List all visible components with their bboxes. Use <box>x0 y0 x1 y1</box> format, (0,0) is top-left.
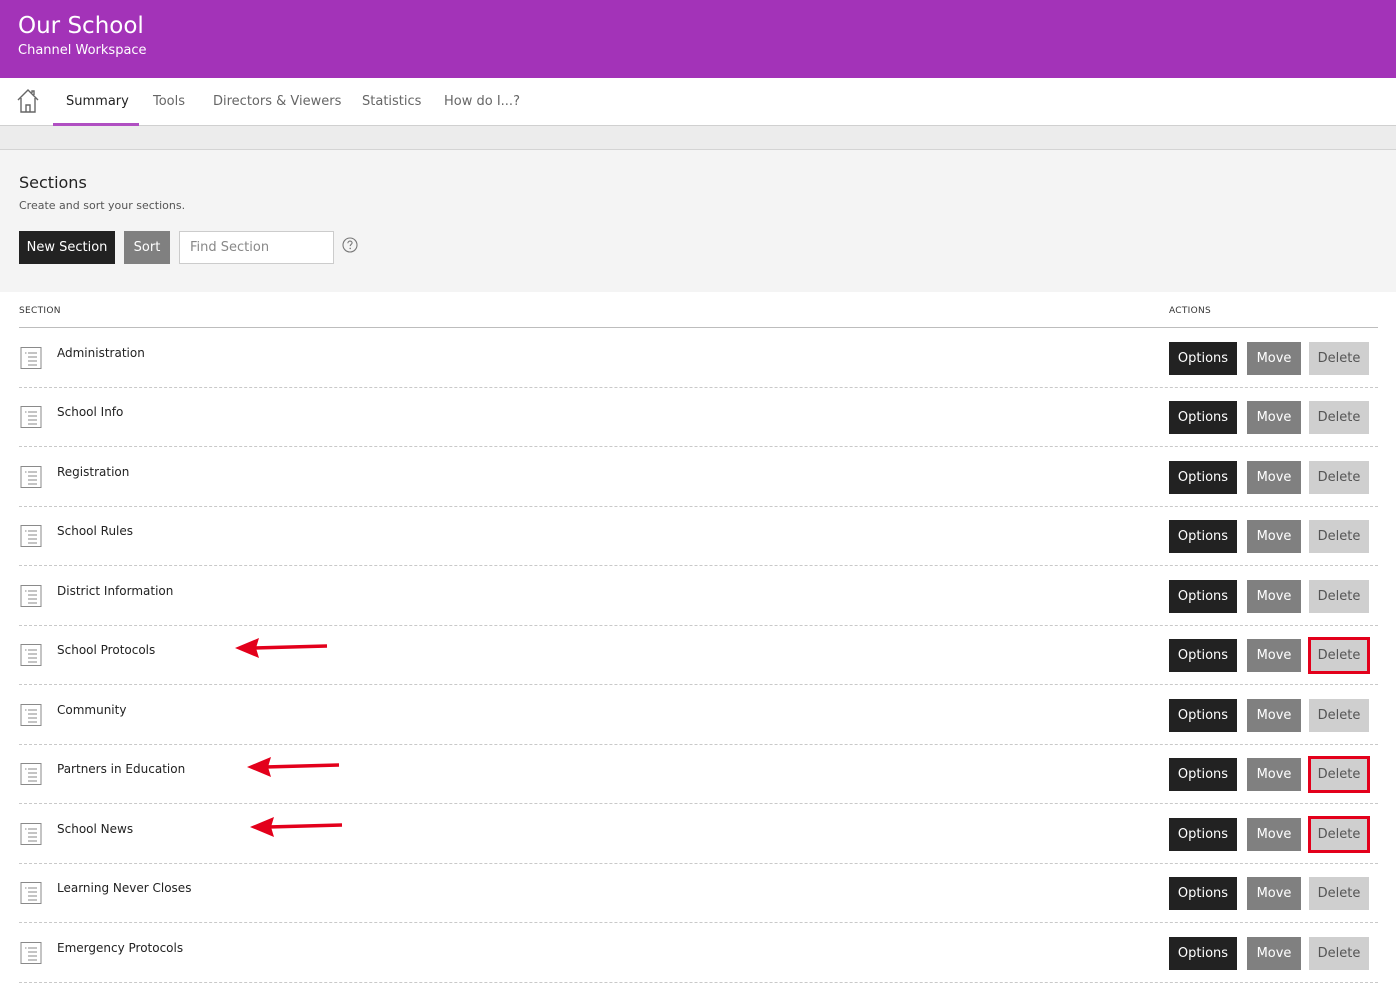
column-header-section: SECTION <box>19 306 61 316</box>
move-button[interactable]: Move <box>1247 877 1301 910</box>
section-name[interactable]: Emergency Protocols <box>57 941 183 955</box>
section-page-icon <box>19 881 43 905</box>
section-page-icon <box>19 941 43 965</box>
tab-how-do-i[interactable]: How do I...? <box>444 94 520 109</box>
move-button[interactable]: Move <box>1247 639 1301 672</box>
delete-button[interactable]: Delete <box>1309 401 1369 434</box>
table-row: Registration Options Move Delete <box>19 447 1378 507</box>
options-button[interactable]: Options <box>1169 461 1237 494</box>
move-button[interactable]: Move <box>1247 401 1301 434</box>
tab-summary[interactable]: Summary <box>66 94 129 109</box>
section-page-icon <box>19 822 43 846</box>
section-name[interactable]: Administration <box>57 346 145 360</box>
move-button[interactable]: Move <box>1247 342 1301 375</box>
find-section-input[interactable] <box>179 231 334 264</box>
delete-highlight-box <box>1308 816 1370 853</box>
table-row: District Information Options Move Delete <box>19 566 1378 626</box>
channel-subtitle: Channel Workspace <box>18 43 147 58</box>
section-name[interactable]: Community <box>57 703 126 717</box>
table-row: Learning Never Closes Options Move Delete <box>19 863 1378 923</box>
divider-band <box>0 126 1396 149</box>
move-button[interactable]: Move <box>1247 758 1301 791</box>
options-button[interactable]: Options <box>1169 699 1237 732</box>
workspace-nav: Summary Tools Directors & Viewers Statis… <box>0 78 1396 126</box>
move-button[interactable]: Move <box>1247 937 1301 970</box>
delete-highlight-box <box>1308 637 1370 674</box>
channel-title: Our School <box>18 13 144 39</box>
options-button[interactable]: Options <box>1169 580 1237 613</box>
move-button[interactable]: Move <box>1247 699 1301 732</box>
delete-button[interactable]: Delete <box>1309 699 1369 732</box>
move-button[interactable]: Move <box>1247 461 1301 494</box>
home-icon[interactable] <box>16 88 40 114</box>
section-page-icon <box>19 405 43 429</box>
delete-button[interactable]: Delete <box>1309 877 1369 910</box>
section-page-icon <box>19 703 43 727</box>
tab-tools[interactable]: Tools <box>153 94 185 109</box>
table-row: School News Options Move Delete <box>19 804 1378 864</box>
section-page-icon <box>19 643 43 667</box>
section-name[interactable]: School Protocols <box>57 643 155 657</box>
table-row: Administration Options Move Delete <box>19 328 1378 388</box>
section-name[interactable]: School Info <box>57 405 123 419</box>
section-page-icon <box>19 524 43 548</box>
section-name[interactable]: School Rules <box>57 524 133 538</box>
table-row: School Rules Options Move Delete <box>19 506 1378 566</box>
options-button[interactable]: Options <box>1169 639 1237 672</box>
sort-button[interactable]: Sort <box>124 231 170 264</box>
new-section-button[interactable]: New Section <box>19 231 115 264</box>
sections-description: Create and sort your sections. <box>19 199 186 212</box>
section-name[interactable]: Registration <box>57 465 129 479</box>
move-button[interactable]: Move <box>1247 818 1301 851</box>
section-page-icon <box>19 584 43 608</box>
tab-statistics[interactable]: Statistics <box>362 94 421 109</box>
red-arrow-annotation <box>247 754 343 780</box>
move-button[interactable]: Move <box>1247 520 1301 553</box>
section-name[interactable]: Learning Never Closes <box>57 881 191 895</box>
move-button[interactable]: Move <box>1247 580 1301 613</box>
delete-button[interactable]: Delete <box>1309 520 1369 553</box>
sections-heading: Sections <box>19 173 87 192</box>
options-button[interactable]: Options <box>1169 937 1237 970</box>
table-row: School Info Options Move Delete <box>19 387 1378 447</box>
options-button[interactable]: Options <box>1169 758 1237 791</box>
delete-button[interactable]: Delete <box>1309 461 1369 494</box>
options-button[interactable]: Options <box>1169 401 1237 434</box>
delete-button[interactable]: Delete <box>1309 342 1369 375</box>
section-name[interactable]: District Information <box>57 584 173 598</box>
table-row: Community Options Move Delete <box>19 685 1378 745</box>
options-button[interactable]: Options <box>1169 818 1237 851</box>
options-button[interactable]: Options <box>1169 877 1237 910</box>
table-row: School Protocols Options Move Delete <box>19 625 1378 685</box>
help-circle-icon[interactable] <box>342 237 358 253</box>
delete-button[interactable]: Delete <box>1309 580 1369 613</box>
tab-directors-viewers[interactable]: Directors & Viewers <box>213 94 341 109</box>
section-name[interactable]: School News <box>57 822 133 836</box>
table-row: Emergency Protocols Options Move Delete <box>19 923 1378 983</box>
sections-table: SECTION ACTIONS Administration Options Mov… <box>0 292 1396 997</box>
options-button[interactable]: Options <box>1169 520 1237 553</box>
section-name[interactable]: Partners in Education <box>57 762 185 776</box>
channel-header: Our School Channel Workspace <box>0 0 1396 78</box>
red-arrow-annotation <box>250 814 346 840</box>
section-page-icon <box>19 762 43 786</box>
section-page-icon <box>19 346 43 370</box>
red-arrow-annotation <box>235 635 331 661</box>
options-button[interactable]: Options <box>1169 342 1237 375</box>
delete-button[interactable]: Delete <box>1309 937 1369 970</box>
section-page-icon <box>19 465 43 489</box>
table-row: Partners in Education Options Move Delete <box>19 744 1378 804</box>
delete-highlight-box <box>1308 756 1370 793</box>
column-header-actions: ACTIONS <box>1169 306 1212 316</box>
